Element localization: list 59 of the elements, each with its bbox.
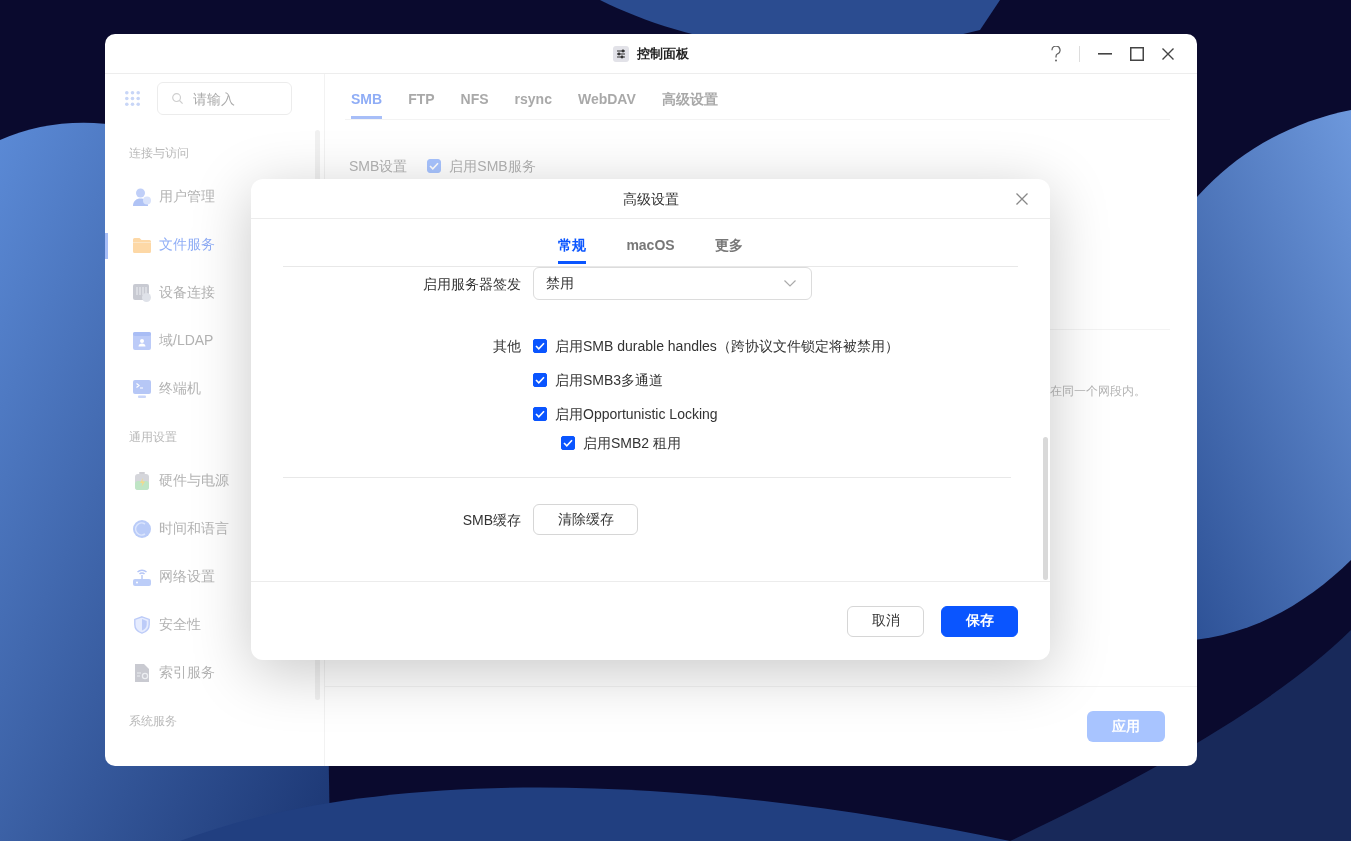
checkbox[interactable] <box>561 436 575 450</box>
checkmark-icon <box>535 376 545 384</box>
tab[interactable]: WebDAV <box>577 84 636 119</box>
tab[interactable]: NFS <box>460 84 489 119</box>
checkbox[interactable] <box>533 407 547 421</box>
minimize-icon[interactable] <box>1098 52 1112 55</box>
section-title: 通用设置 <box>129 429 177 445</box>
folder-icon <box>133 236 151 254</box>
checkmark-icon <box>535 410 545 418</box>
checkmark-icon <box>563 439 573 447</box>
apply-button[interactable]: 应用 <box>1087 711 1165 742</box>
maximize-icon[interactable] <box>1130 46 1144 61</box>
dialog-title: 高级设置 <box>622 189 679 208</box>
tab[interactable]: SMB <box>351 84 383 119</box>
dropdown[interactable]: 禁用 <box>533 267 812 300</box>
checkbox-label: 启用SMB服务 <box>449 157 536 175</box>
user-icon <box>133 188 151 206</box>
cancel-button[interactable]: 取消 <box>847 605 924 637</box>
checkbox-label: 启用SMB3多通道 <box>555 371 664 389</box>
checkbox-label: 启用SMB durable handles（跨协议文件锁定将被禁用） <box>555 337 899 355</box>
checkbox[interactable] <box>533 339 547 353</box>
clear-cache-button[interactable]: 清除缓存 <box>533 504 638 535</box>
checkbox[interactable] <box>427 159 442 173</box>
shield-icon <box>133 616 151 634</box>
search-field[interactable]: 请输入 <box>157 82 292 115</box>
checkbox[interactable] <box>533 373 547 387</box>
checkbox-label: 启用Opportunistic Locking <box>555 405 718 423</box>
checkmark-icon <box>535 342 545 350</box>
tab[interactable]: 高级设置 <box>661 84 718 119</box>
section-title: 系统服务 <box>129 713 177 729</box>
tab[interactable]: macOS <box>626 219 675 264</box>
sliders-icon <box>613 45 629 62</box>
scrollbar[interactable] <box>1043 437 1048 580</box>
checkmark-icon <box>429 162 440 170</box>
checkbox-label: 启用SMB2 租用 <box>583 434 681 452</box>
description-text: 在同一个网段内。 <box>1050 383 1146 399</box>
chevron-down-icon <box>784 280 796 287</box>
id-card-icon <box>133 332 151 350</box>
globe-icon <box>133 520 151 538</box>
setting-label: 其他 <box>493 338 521 354</box>
tab[interactable]: FTP <box>408 84 435 119</box>
router-icon <box>133 568 151 586</box>
terminal-icon <box>133 380 151 398</box>
save-button[interactable]: 保存 <box>941 605 1018 637</box>
battery-icon <box>133 472 151 490</box>
document-search-icon <box>133 664 151 682</box>
section-title: 连接与访问 <box>129 145 189 161</box>
search-icon <box>172 93 183 104</box>
help-icon[interactable] <box>1051 45 1061 62</box>
device-panel-icon <box>133 284 151 302</box>
window-title: 控制面板 <box>637 45 689 62</box>
tab[interactable]: rsync <box>514 84 552 119</box>
tab[interactable]: 更多 <box>714 219 743 264</box>
setting-label: SMB设置 <box>349 157 408 175</box>
tab[interactable]: 常规 <box>558 219 587 264</box>
sidebar-item[interactable]: 索引服务 <box>105 649 324 697</box>
setting-label: SMB缓存 <box>462 511 521 528</box>
close-icon[interactable] <box>1162 47 1174 60</box>
setting-label: 启用服务器签发 <box>423 275 521 292</box>
